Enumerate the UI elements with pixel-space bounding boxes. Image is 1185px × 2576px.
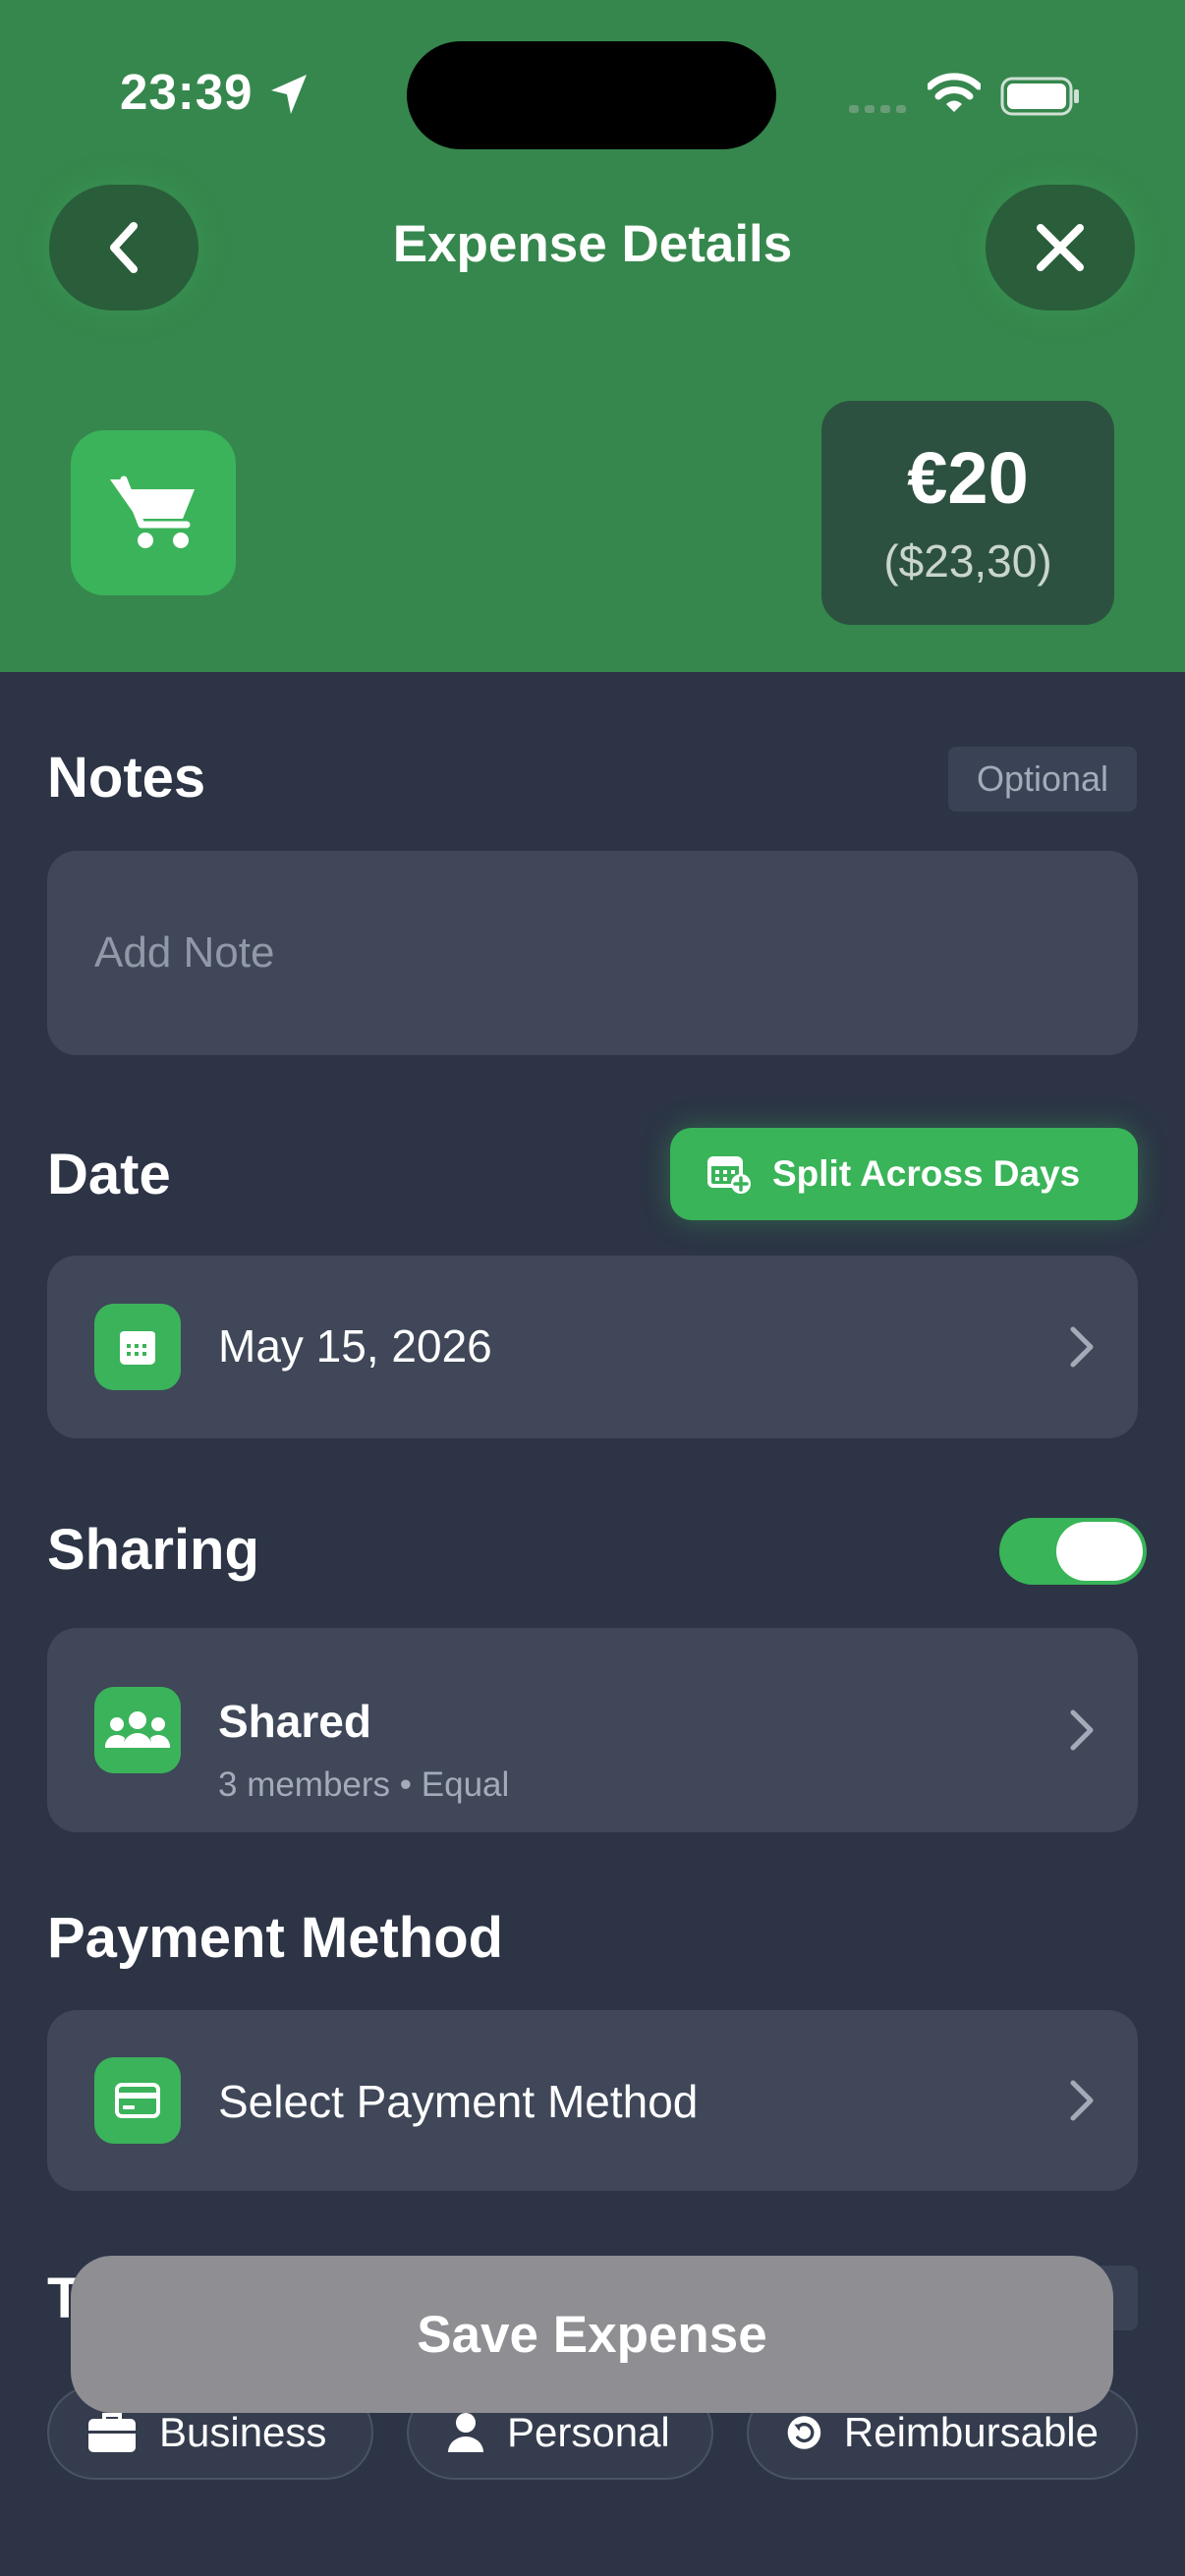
chevron-right-icon — [1070, 2080, 1094, 2121]
date-title: Date — [47, 1143, 171, 1206]
payment-method-value: Select Payment Method — [218, 2076, 699, 2127]
close-icon — [1037, 224, 1084, 271]
amount-value: €20 — [907, 437, 1029, 519]
refund-icon — [787, 2416, 821, 2449]
optional-badge: Optional — [948, 747, 1137, 812]
dynamic-island — [407, 41, 776, 149]
calendar-icon — [120, 1331, 155, 1365]
status-time: 23:39 — [120, 64, 254, 120]
calendar-icon-tile — [94, 1304, 181, 1390]
group-icon-tile — [94, 1687, 181, 1773]
cellular-signal-icon — [849, 105, 906, 113]
chevron-right-icon — [1070, 1326, 1094, 1368]
converted-amount: ($23,30) — [883, 535, 1052, 587]
sharing-mode: Shared — [218, 1696, 371, 1747]
sharing-title: Sharing — [47, 1518, 259, 1582]
payment-method-title: Payment Method — [47, 1906, 504, 1970]
chevron-right-icon — [1070, 1709, 1094, 1751]
person-icon — [448, 2413, 483, 2452]
location-arrow-icon — [271, 75, 307, 114]
shopping-cart-icon — [110, 476, 195, 548]
save-expense-button[interactable]: Save Expense — [71, 2256, 1113, 2413]
credit-card-icon — [115, 2083, 160, 2118]
sharing-row[interactable]: Shared 3 members • Equal — [47, 1628, 1138, 1832]
close-button[interactable] — [986, 185, 1135, 310]
group-icon — [104, 1711, 171, 1748]
briefcase-icon — [88, 2413, 136, 2452]
date-row[interactable]: May 15, 2026 — [47, 1256, 1138, 1438]
tag-chip-label: Business — [159, 2409, 327, 2455]
tag-chip-label: Personal — [507, 2409, 670, 2455]
tag-chip-label: Reimbursable — [843, 2409, 1099, 2455]
category-button[interactable] — [71, 430, 236, 595]
payment-method-row[interactable]: Select Payment Method — [47, 2010, 1138, 2191]
toggle-knob — [1056, 1522, 1143, 1581]
amount-display[interactable]: €20 ($23,30) — [821, 401, 1114, 625]
card-icon-tile — [94, 2057, 181, 2144]
battery-icon — [1000, 77, 1079, 116]
wifi-icon — [928, 73, 981, 112]
notes-title: Notes — [47, 746, 206, 810]
date-value: May 15, 2026 — [218, 1320, 492, 1372]
split-across-days-button[interactable]: Split Across Days — [670, 1128, 1138, 1220]
sharing-details: 3 members • Equal — [218, 1765, 510, 1804]
header: 23:39 Expense Details €20 ($23,30) — [0, 0, 1185, 672]
sharing-toggle[interactable] — [999, 1518, 1147, 1585]
note-input[interactable] — [47, 851, 1138, 1055]
calendar-plus-icon — [707, 1156, 751, 1194]
split-across-days-label: Split Across Days — [772, 1153, 1081, 1194]
